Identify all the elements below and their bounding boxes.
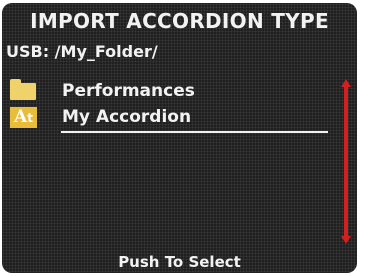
display-screen: IMPORT ACCORDION TYPE USB: /My_Folder/ P… <box>2 3 357 273</box>
page-title: IMPORT ACCORDION TYPE <box>30 9 329 33</box>
footer-hint: Push To Select <box>118 253 241 271</box>
scroll-up-arrow-icon[interactable] <box>341 79 351 87</box>
scroll-track[interactable] <box>344 87 348 236</box>
folder-icon <box>10 79 36 100</box>
list-item-performances[interactable]: Performances <box>10 79 330 102</box>
current-path: USB: /My_Folder/ <box>6 42 158 61</box>
accordion-icon-subletter: t <box>27 111 33 125</box>
accordion-file-icon: At <box>10 107 37 128</box>
selection-underline <box>61 131 328 133</box>
list-item-label: My Accordion <box>62 107 192 127</box>
accordion-icon-letter: A <box>14 107 28 127</box>
scrollbar[interactable] <box>341 79 351 244</box>
list-item-my-accordion[interactable]: At My Accordion <box>10 106 330 128</box>
scroll-down-arrow-icon[interactable] <box>341 236 351 244</box>
list-item-label: Performances <box>62 81 195 101</box>
